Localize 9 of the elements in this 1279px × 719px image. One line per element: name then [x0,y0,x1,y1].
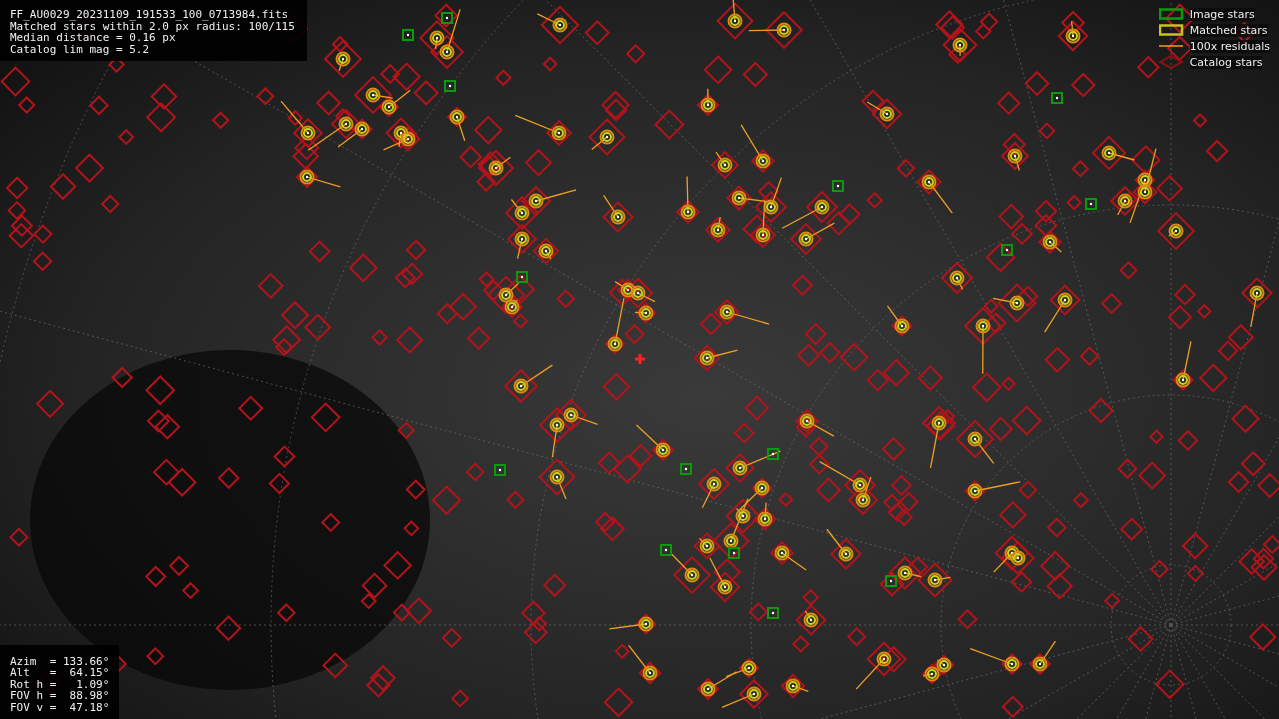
pointing-text: Azim = 133.66° [10,655,110,667]
file-info-text: Median distance = 0.16 px [10,32,176,44]
file-info-text: Catalog lim mag = 5.2 [10,43,151,55]
pointing-text: FOV v = 47.18° [10,701,110,713]
file-info-text: Matched stars within 2.0 px radius: 100/115 [10,20,295,32]
file-info-text: FF_AU0029_20231109_191533_100_0713984.fits [10,9,290,21]
pointing-text: Rot h = 1.09° [10,678,110,690]
pointing-text: FOV h = 88.98° [10,690,110,702]
pointing-text: Alt = 64.15° [10,667,110,679]
